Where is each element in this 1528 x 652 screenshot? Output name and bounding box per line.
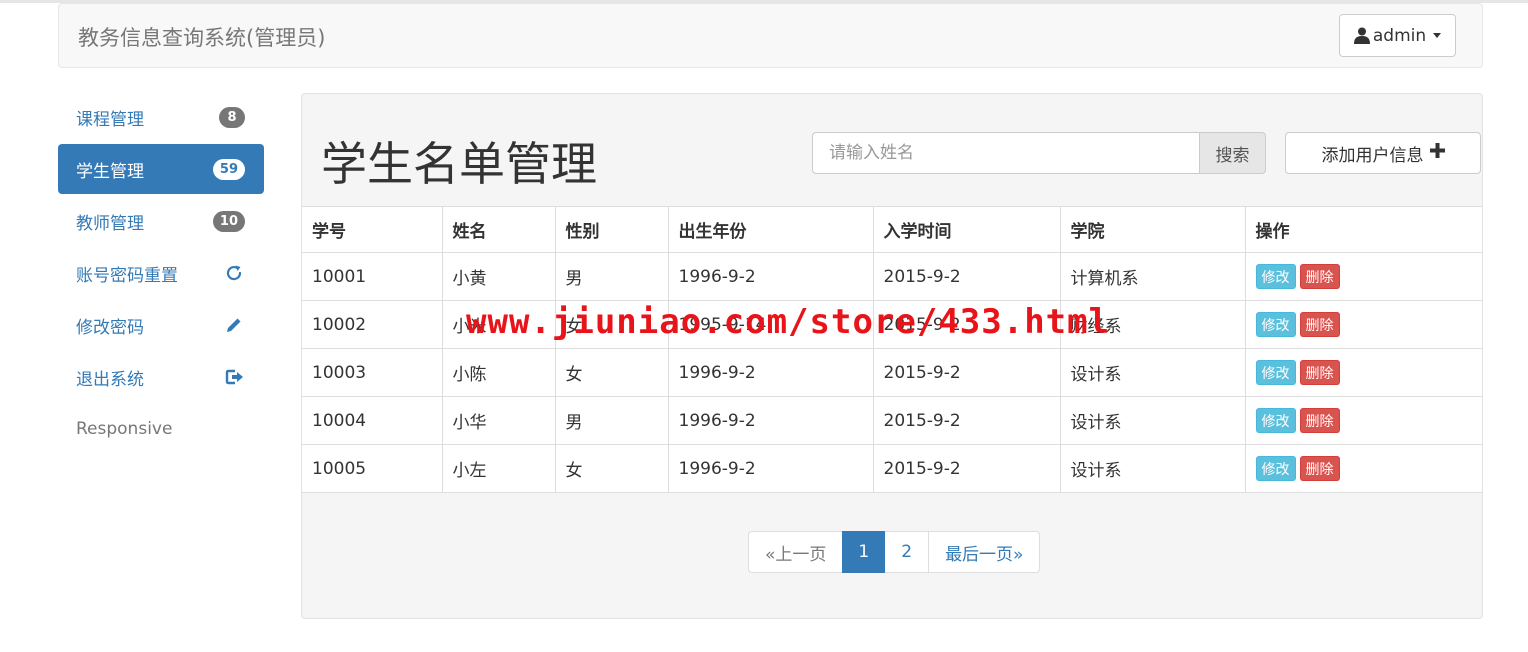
delete-button[interactable]: 删除 xyxy=(1299,408,1340,433)
cell-enroll: 2015-9-2 xyxy=(872,396,1061,445)
cell-id: 10004 xyxy=(302,396,443,445)
pagination-page[interactable]: 2 xyxy=(884,531,930,573)
cell-name: 小米 xyxy=(441,300,556,349)
add-user-label: 添加用户信息 xyxy=(1321,145,1424,166)
delete-button[interactable]: 删除 xyxy=(1299,456,1340,481)
cell-college: 设计系 xyxy=(1059,444,1246,493)
cell-id: 10005 xyxy=(302,444,443,493)
cell-birth: 1995-9-14 xyxy=(667,300,874,349)
count-badge: 10 xyxy=(212,210,245,232)
navbar: 教务信息查询系统(管理员) admin xyxy=(58,3,1483,68)
column-header: 入学时间 xyxy=(872,206,1061,253)
cell-college: 计算机系 xyxy=(1059,252,1246,301)
search-group: 搜索 xyxy=(812,132,1266,174)
cell-gender: 女 xyxy=(554,444,669,493)
cell-actions: 修改 删除 xyxy=(1244,348,1482,397)
cell-gender: 女 xyxy=(554,348,669,397)
edit-button[interactable]: 修改 xyxy=(1255,264,1296,289)
cell-enroll: 2015-9-2 xyxy=(872,252,1061,301)
pagination-page-current[interactable]: 1 xyxy=(842,531,886,573)
cell-birth: 1996-9-2 xyxy=(667,396,874,445)
table-row: 10004 小华 男 1996-9-2 2015-9-2 设计系 修改 删除 xyxy=(302,396,1482,445)
cell-college: 财经系 xyxy=(1059,300,1246,349)
sidebar-item-label: 学生管理 xyxy=(76,161,144,182)
table-row: 10001 小黄 男 1996-9-2 2015-9-2 计算机系 修改 删除 xyxy=(302,252,1482,301)
table-row: 10003 小陈 女 1996-9-2 2015-9-2 设计系 修改 删除 xyxy=(302,348,1482,397)
cell-enroll: 2015-9-2 xyxy=(872,444,1061,493)
cell-actions: 修改 删除 xyxy=(1244,396,1482,445)
cell-gender: 男 xyxy=(554,252,669,301)
column-header: 姓名 xyxy=(441,206,556,253)
sidebar-item-teachers[interactable]: 教师管理 10 xyxy=(58,196,264,246)
cell-birth: 1996-9-2 xyxy=(667,348,874,397)
pagination: «上一页 1 2 最后一页» xyxy=(748,531,1041,573)
search-input[interactable] xyxy=(812,132,1199,174)
add-user-button[interactable]: 添加用户信息 xyxy=(1285,132,1481,174)
sidebar-footer-text: Responsive xyxy=(76,419,173,439)
cell-id: 10002 xyxy=(302,300,443,349)
chevron-down-icon xyxy=(1433,33,1442,38)
cell-name: 小华 xyxy=(441,396,556,445)
cell-college: 设计系 xyxy=(1059,396,1246,445)
cell-id: 10003 xyxy=(302,348,443,397)
sidebar-item-label: 账号密码重置 xyxy=(76,265,178,286)
cell-actions: 修改 删除 xyxy=(1244,444,1482,493)
edit-button[interactable]: 修改 xyxy=(1255,312,1296,337)
user-menu-button[interactable]: admin xyxy=(1339,14,1456,57)
table-header-row: 学号 姓名 性别 出生年份 入学时间 学院 操作 xyxy=(302,206,1482,253)
column-header: 学院 xyxy=(1059,206,1246,253)
sidebar-item-label: 课程管理 xyxy=(76,109,144,130)
cell-actions: 修改 删除 xyxy=(1244,300,1482,349)
cell-enroll: 2015-9-2 xyxy=(872,348,1061,397)
delete-button[interactable]: 删除 xyxy=(1299,264,1340,289)
sidebar-item-change-password[interactable]: 修改密码 xyxy=(58,300,264,350)
column-header: 学号 xyxy=(302,206,443,253)
cell-birth: 1996-9-2 xyxy=(667,252,874,301)
sidebar-item-reset-password[interactable]: 账号密码重置 xyxy=(58,248,264,298)
column-header: 出生年份 xyxy=(667,206,874,253)
navbar-brand[interactable]: 教务信息查询系统(管理员) xyxy=(78,22,325,52)
search-button[interactable]: 搜索 xyxy=(1199,132,1266,174)
refresh-icon xyxy=(223,262,245,284)
pagination-prev[interactable]: «上一页 xyxy=(748,531,844,573)
cell-birth: 1996-9-2 xyxy=(667,444,874,493)
sidebar: 课程管理 8 学生管理 59 教师管理 10 账号密码重置 修改密码 退出系统 … xyxy=(58,92,264,454)
page-title: 学生名单管理 xyxy=(321,137,597,191)
delete-button[interactable]: 删除 xyxy=(1299,312,1340,337)
cell-id: 10001 xyxy=(302,252,443,301)
table-row: 10002 小米 女 1995-9-14 2015-9-2 财经系 修改 删除 xyxy=(302,300,1482,349)
sidebar-item-label: 退出系统 xyxy=(76,369,144,390)
pagination-last[interactable]: 最后一页» xyxy=(928,531,1041,573)
count-badge: 59 xyxy=(212,158,245,180)
delete-button[interactable]: 删除 xyxy=(1299,360,1340,385)
main-panel: 学生名单管理 搜索 添加用户信息 学号 姓名 性别 出生年份 入学时间 学院 操… xyxy=(301,93,1483,619)
edit-button[interactable]: 修改 xyxy=(1255,360,1296,385)
sidebar-item-label: 教师管理 xyxy=(76,213,144,234)
user-icon xyxy=(1353,27,1370,44)
student-table: 学号 姓名 性别 出生年份 入学时间 学院 操作 10001 小黄 男 1996… xyxy=(302,206,1482,493)
cell-name: 小黄 xyxy=(441,252,556,301)
count-badge: 8 xyxy=(219,106,245,128)
sidebar-item-logout[interactable]: 退出系统 xyxy=(58,352,264,402)
plus-icon xyxy=(1429,143,1445,163)
pencil-icon xyxy=(223,314,245,336)
sidebar-item-label: 修改密码 xyxy=(76,317,144,338)
cell-name: 小左 xyxy=(441,444,556,493)
cell-gender: 女 xyxy=(554,300,669,349)
cell-gender: 男 xyxy=(554,396,669,445)
column-header: 操作 xyxy=(1244,206,1482,253)
cell-actions: 修改 删除 xyxy=(1244,252,1482,301)
user-name: admin xyxy=(1372,25,1427,46)
cell-name: 小陈 xyxy=(441,348,556,397)
cell-enroll: 2015-9-2 xyxy=(872,300,1061,349)
column-header: 性别 xyxy=(554,206,669,253)
sidebar-item-courses[interactable]: 课程管理 8 xyxy=(58,92,264,142)
logout-icon xyxy=(223,366,245,388)
sidebar-item-students[interactable]: 学生管理 59 xyxy=(58,144,264,194)
table-row: 10005 小左 女 1996-9-2 2015-9-2 设计系 修改 删除 xyxy=(302,444,1482,493)
cell-college: 设计系 xyxy=(1059,348,1246,397)
edit-button[interactable]: 修改 xyxy=(1255,456,1296,481)
edit-button[interactable]: 修改 xyxy=(1255,408,1296,433)
